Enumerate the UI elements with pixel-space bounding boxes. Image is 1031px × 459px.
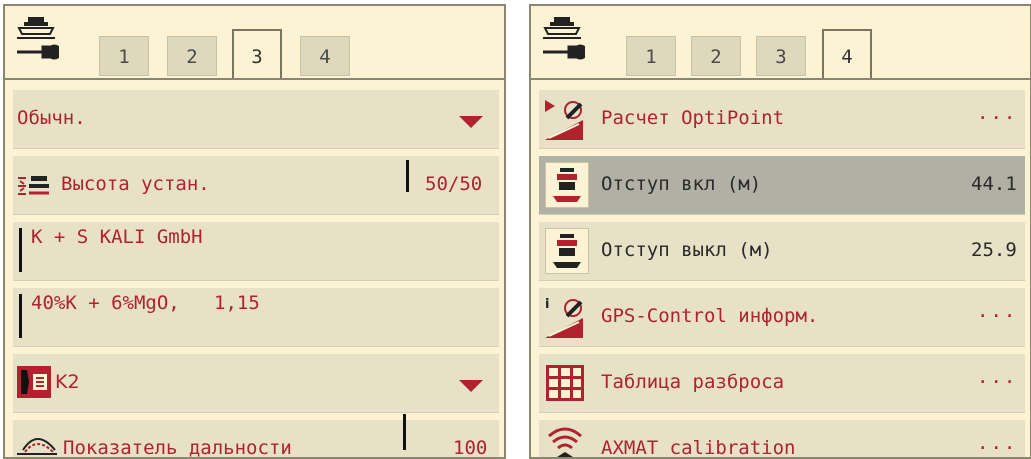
gps-info-icon: i	[545, 297, 583, 338]
tab-1[interactable]: 1	[99, 36, 149, 76]
distance-on-icon	[553, 168, 581, 202]
spread-table-icon	[546, 365, 584, 401]
spread-range-icon	[17, 438, 57, 455]
optipoint-row[interactable]: Расчет OptiPoint ···	[539, 90, 1025, 149]
distance-on-row[interactable]: Отступ вкл (м) 44.1	[539, 156, 1025, 215]
text-cursor	[19, 294, 22, 338]
height-row[interactable]: Высота устан. 50/50	[13, 156, 499, 215]
height-value: 50/50	[425, 173, 483, 195]
spreader-height-icon	[18, 176, 49, 195]
manufacturer-field[interactable]: K + S KALI GmbH	[13, 222, 499, 281]
more-icon: ···	[977, 437, 1018, 459]
tab-3[interactable]: 3	[756, 36, 806, 76]
range-row[interactable]: Показатель дальности 100	[13, 414, 499, 459]
svg-text:i: i	[545, 297, 549, 312]
tab-2[interactable]: 2	[691, 36, 741, 76]
distance-off-row[interactable]: Отступ выкл (м) 25.9	[539, 222, 1025, 281]
fertilizer-value: 40%K + 6%MgO, 1,15	[31, 292, 260, 314]
more-icon: ···	[977, 107, 1018, 129]
chevron-down-icon	[459, 380, 483, 392]
distance-on-label: Отступ вкл (м)	[601, 173, 762, 195]
distance-on-value: 44.1	[971, 173, 1017, 195]
manufacturer-value: K + S KALI GmbH	[31, 226, 203, 248]
value-marker	[406, 160, 409, 192]
range-label: Показатель дальности	[63, 437, 292, 459]
tab-1[interactable]: 1	[626, 36, 676, 76]
axmat-label: AXMAT calibration	[601, 437, 796, 459]
gps-info-label: GPS-Control информ.	[601, 305, 819, 327]
left-settings-panel: 1 2 3 4 Обычн. Высота устан. 50/50 K + S…	[3, 4, 506, 459]
gps-info-row[interactable]: i GPS-Control информ. ···	[539, 288, 1025, 347]
range-value: 100	[453, 437, 488, 459]
tab-4[interactable]: 4	[822, 29, 872, 78]
machine-settings-icon[interactable]	[539, 14, 585, 64]
value-marker	[403, 414, 406, 450]
axmat-calibration-icon	[548, 427, 582, 457]
mode-label: Обычн.	[17, 107, 86, 129]
right-settings-panel: 1 2 3 4 Расчет OptiPoint ··· Отступ вкл …	[529, 4, 1031, 459]
tab-bar: 1 2 3 4	[531, 6, 1030, 80]
distance-off-label: Отступ выкл (м)	[601, 239, 773, 261]
tab-4[interactable]: 4	[300, 36, 350, 76]
machine-settings-icon[interactable]	[13, 14, 59, 64]
tab-3[interactable]: 3	[232, 29, 282, 78]
more-icon: ···	[977, 305, 1018, 327]
axmat-row[interactable]: AXMAT calibration ···	[539, 420, 1025, 459]
tab-2[interactable]: 2	[167, 36, 217, 76]
text-cursor	[19, 228, 22, 272]
spreading-vane-icon	[17, 366, 51, 398]
more-icon: ···	[977, 371, 1018, 393]
tab-bar: 1 2 3 4	[5, 6, 504, 80]
spread-table-row[interactable]: Таблица разброса ···	[539, 354, 1025, 413]
vane-label: K2	[55, 371, 80, 393]
height-label: Высота устан.	[61, 173, 210, 195]
chevron-down-icon	[459, 116, 483, 128]
mode-dropdown[interactable]: Обычн.	[13, 90, 499, 149]
distance-off-value: 25.9	[971, 239, 1017, 261]
optipoint-label: Расчет OptiPoint	[601, 107, 785, 129]
distance-off-icon	[553, 234, 581, 268]
optipoint-gps-icon	[545, 100, 583, 140]
fertilizer-field[interactable]: 40%K + 6%MgO, 1,15	[13, 288, 499, 347]
spread-table-label: Таблица разброса	[601, 371, 785, 393]
vane-dropdown[interactable]: K2	[13, 354, 499, 413]
